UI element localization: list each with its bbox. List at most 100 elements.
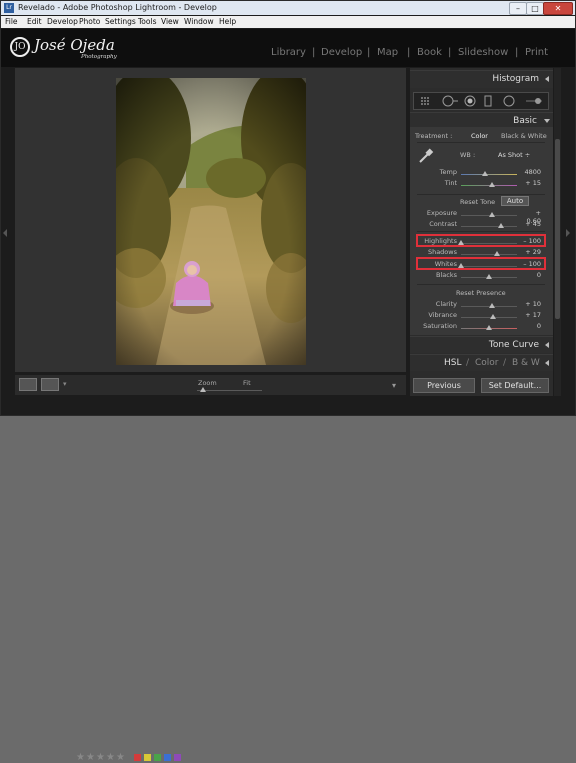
contrast-value[interactable]: + 45: [521, 220, 541, 228]
exposure-knob[interactable]: [489, 212, 496, 217]
clarity-value[interactable]: + 10: [521, 300, 541, 308]
menu-develop[interactable]: Develop: [47, 16, 78, 28]
toolbar-menu-chevron-icon[interactable]: ▾: [392, 381, 396, 390]
window-title: Revelado - Adobe Photoshop Lightroom - D…: [18, 3, 217, 12]
collapse-icon: [545, 342, 549, 348]
whites-value[interactable]: – 100: [521, 260, 541, 268]
color-label-red[interactable]: [134, 754, 141, 761]
contrast-knob[interactable]: [498, 223, 505, 228]
whites-knob[interactable]: [458, 263, 464, 268]
tone-curve-title: Tone Curve: [488, 340, 539, 350]
saturation-knob[interactable]: [486, 325, 492, 330]
tint-knob[interactable]: [489, 182, 496, 187]
highlights-knob[interactable]: [458, 240, 464, 245]
bw-title[interactable]: B & W: [512, 355, 540, 371]
saturation-value[interactable]: 0: [521, 322, 541, 330]
histogram-title: Histogram: [492, 74, 539, 84]
star-icon[interactable]: ★: [76, 752, 85, 763]
highlights-value[interactable]: – 100: [521, 237, 541, 245]
reset-presence-label[interactable]: Reset Presence: [456, 289, 506, 297]
menu-file[interactable]: File: [5, 16, 18, 28]
divider: [417, 194, 545, 195]
star-icon[interactable]: ★: [106, 752, 115, 763]
treatment-black-white[interactable]: Black & White: [501, 132, 547, 140]
collapse-icon: [545, 76, 549, 82]
hsl-header[interactable]: HSL / Color / B & W: [410, 354, 553, 371]
contrast-track[interactable]: [461, 226, 517, 227]
previous-button[interactable]: Previous: [413, 378, 475, 393]
identity-plate: JO José Ojeda Photography Library | Deve…: [1, 29, 575, 67]
before-after-icon[interactable]: [41, 378, 59, 391]
star-icon[interactable]: ★: [86, 752, 95, 763]
temp-track[interactable]: [461, 174, 517, 175]
zoom-slider-knob[interactable]: [200, 387, 206, 392]
menu-photo[interactable]: Photo: [79, 16, 100, 28]
menu-help[interactable]: Help: [219, 16, 236, 28]
star-icon[interactable]: ★: [116, 752, 125, 763]
tint-value[interactable]: + 15: [521, 179, 541, 187]
eyedropper-icon[interactable]: [417, 147, 435, 165]
image-canvas[interactable]: [15, 68, 406, 372]
vibrance-knob[interactable]: [490, 314, 497, 319]
lightroom-app-icon: Lr: [4, 3, 14, 13]
highlights-track[interactable]: [461, 243, 517, 244]
right-panel-toggle-icon[interactable]: [566, 229, 570, 237]
tone-curve-header[interactable]: Tone Curve: [410, 336, 553, 353]
reset-tone-label[interactable]: Reset Tone: [460, 198, 495, 206]
maximize-button[interactable]: □: [526, 2, 544, 15]
temp-knob[interactable]: [481, 171, 488, 176]
temp-label: Temp: [439, 168, 457, 176]
temp-value[interactable]: 4800: [521, 168, 541, 176]
title-bar: Lr Revelado - Adobe Photoshop Lightroom …: [1, 1, 575, 15]
color-title[interactable]: Color: [475, 355, 499, 371]
left-panel-toggle-icon[interactable]: [3, 229, 7, 237]
star-icon[interactable]: ★: [96, 752, 105, 763]
wb-select[interactable]: As Shot ÷: [498, 151, 530, 159]
scrollbar-thumb[interactable]: [555, 139, 560, 319]
shadows-value[interactable]: + 29: [521, 248, 541, 256]
blacks-value[interactable]: 0: [521, 271, 541, 279]
logo-subtitle: Photography: [81, 54, 117, 60]
zoom-label: Zoom: [198, 379, 217, 387]
menu-view[interactable]: View: [161, 16, 179, 28]
close-button[interactable]: ✕: [543, 2, 573, 15]
histogram-header[interactable]: Histogram: [410, 70, 553, 88]
auto-tone-button[interactable]: Auto: [501, 196, 529, 206]
module-develop[interactable]: Develop: [321, 47, 362, 58]
menu-window[interactable]: Window: [184, 16, 214, 28]
module-map[interactable]: Map: [377, 47, 398, 58]
treatment-color[interactable]: Color: [471, 132, 488, 140]
blacks-knob[interactable]: [486, 274, 492, 279]
clarity-label: Clarity: [435, 300, 457, 308]
set-default-button[interactable]: Set Default...: [481, 378, 549, 393]
color-label-blue[interactable]: [164, 754, 171, 761]
menu-tools[interactable]: Tools: [138, 16, 156, 28]
loupe-view-icon[interactable]: [19, 378, 37, 391]
vibrance-track[interactable]: [461, 317, 517, 318]
color-label-purple[interactable]: [174, 754, 181, 761]
color-label-yellow[interactable]: [144, 754, 151, 761]
menu-edit[interactable]: Edit: [27, 16, 42, 28]
whites-track[interactable]: [461, 266, 517, 267]
module-library[interactable]: Library: [271, 47, 306, 58]
menu-settings[interactable]: Settings: [105, 16, 136, 28]
module-separator: |: [407, 47, 411, 58]
hsl-title[interactable]: HSL: [444, 355, 462, 371]
highlights-label: Highlights: [424, 237, 457, 245]
tool-strip: [413, 92, 549, 110]
shadows-knob[interactable]: [493, 251, 500, 256]
expand-icon: [544, 119, 550, 123]
view-options-chevron-icon[interactable]: ▾: [63, 380, 67, 388]
vibrance-value[interactable]: + 17: [521, 311, 541, 319]
module-book[interactable]: Book: [417, 47, 442, 58]
module-slideshow[interactable]: Slideshow: [458, 47, 508, 58]
shadows-track[interactable]: [461, 254, 517, 255]
minimize-button[interactable]: –: [509, 2, 527, 15]
color-label-green[interactable]: [154, 754, 161, 761]
clarity-knob[interactable]: [488, 303, 495, 308]
divider: [417, 142, 545, 143]
menu-bar: File Edit Develop Photo Settings Tools V…: [1, 16, 575, 28]
divider: [417, 284, 545, 285]
zoom-slider-track[interactable]: [197, 390, 262, 391]
module-print[interactable]: Print: [525, 47, 548, 58]
